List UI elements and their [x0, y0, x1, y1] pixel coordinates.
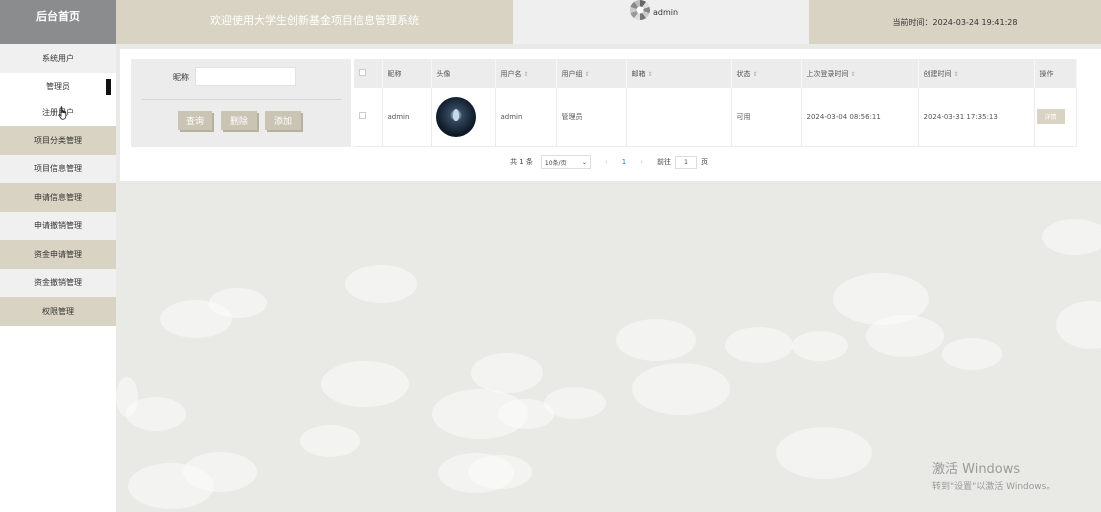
sidebar-item-permissions[interactable]: 权限管理 [0, 297, 116, 326]
sort-icon[interactable]: ⇕ [753, 71, 758, 78]
col-nickname: 昵称 [382, 59, 432, 88]
goto-page-input[interactable]: 1 [675, 155, 697, 169]
sidebar-item-label: 权限管理 [42, 306, 74, 316]
active-marker [106, 79, 111, 95]
col-created[interactable]: 创建时间 ⇕ [918, 59, 1035, 88]
cell-status: 可用 [731, 88, 802, 147]
cell-last-login: 2024-03-04 08:56:11 [801, 88, 919, 147]
cell-avatar [431, 88, 496, 147]
page-size-value: 10条/页 [544, 159, 567, 167]
search-form: 昵称 查询 删除 添加 [131, 59, 351, 147]
sidebar-item-label: 申请撤销管理 [34, 221, 82, 231]
col-group[interactable]: 用户组 ⇕ [556, 59, 627, 88]
col-email[interactable]: 邮箱 ⇕ [626, 59, 732, 88]
detail-button[interactable]: 详情 [1036, 109, 1065, 125]
main-panel: 昵称 查询 删除 添加 昵称 头像 用户名⇕ 用户组⇕ 邮箱⇕ 状态⇕ [120, 49, 1101, 181]
col-avatar: 头像 [431, 59, 496, 88]
col-status[interactable]: 状态 ⇕ [731, 59, 802, 88]
cell-action: 详情 [1034, 88, 1077, 147]
total-count: 共 1 条 [510, 158, 533, 166]
sidebar-item-fund-revoke[interactable]: 资金撤销管理 [0, 268, 116, 297]
top-header: 后台首页 欢迎使用大学生创新基金项目信息管理系统 admin 当前时间： 2024… [0, 0, 1101, 44]
sidebar-item-label: 项目分类管理 [34, 135, 82, 145]
sidebar-item-label: 资金撤销管理 [34, 278, 82, 288]
sidebar-subitem-admin[interactable]: 管理员 [0, 73, 116, 100]
page-suffix: 页 [701, 158, 708, 166]
col-username[interactable]: 用户名 ⇕ [495, 59, 557, 88]
windows-activation-watermark: 激活 Windows 转到"设置"以激活 Windows。 [932, 458, 1055, 492]
col-action: 操作 [1034, 59, 1077, 88]
table-row: admin admin 管理员 可用 2024-03-04 08:56:11 2… [354, 88, 1077, 147]
sort-icon[interactable]: ⇕ [585, 71, 590, 78]
time-label: 当前时间： [892, 17, 933, 27]
goto-label: 前往 [657, 158, 671, 166]
avatar [435, 96, 476, 137]
cell-nickname: admin [382, 88, 432, 147]
cell-group: 管理员 [556, 88, 627, 147]
user-name[interactable]: admin [653, 8, 678, 17]
sidebar-item-project-info[interactable]: 项目信息管理 [0, 154, 116, 183]
chevron-down-icon: ⌄ [581, 158, 587, 166]
sidebar-subitem-label: 管理员 [46, 81, 70, 91]
home-link[interactable]: 后台首页 [0, 0, 116, 44]
hand-cursor-icon [58, 106, 67, 120]
sidebar-item-label: 系统用户 [42, 54, 74, 63]
nickname-input[interactable] [195, 67, 296, 86]
cell-username: admin [495, 88, 557, 147]
select-all-checkbox[interactable] [354, 59, 383, 88]
user-area[interactable]: admin [513, 0, 809, 44]
welcome-banner: 欢迎使用大学生创新基金项目信息管理系统 [116, 0, 513, 44]
current-time: 当前时间： 2024-03-24 19:41:28 [809, 0, 1101, 44]
prev-page-icon[interactable]: ‹ [605, 158, 608, 166]
sort-icon[interactable]: ⇕ [954, 71, 959, 78]
user-table: 昵称 头像 用户名 ⇕ 用户组 ⇕ 邮箱 ⇕ 状态 ⇕ 上次登录时间 ⇕ 创建时间 ⇕ 操作… [354, 59, 1077, 147]
row-checkbox[interactable] [354, 88, 383, 147]
sidebar-item-label: 资金申请管理 [34, 249, 82, 259]
page-size-select[interactable]: 10条/页 ⌄ [540, 155, 591, 169]
sort-icon[interactable]: ⇕ [851, 71, 856, 78]
cell-email [626, 88, 732, 147]
page-number-current[interactable]: 1 [622, 158, 626, 166]
sidebar-item-label: 申请信息管理 [34, 192, 82, 202]
sidebar-item-application-info[interactable]: 申请信息管理 [0, 183, 116, 212]
sort-icon[interactable]: ⇕ [648, 71, 653, 78]
activate-subtitle: 转到"设置"以激活 Windows。 [932, 482, 1056, 492]
query-button[interactable]: 查询 [178, 111, 212, 130]
table-header-row: 昵称 头像 用户名 ⇕ 用户组 ⇕ 邮箱 ⇕ 状态 ⇕ 上次登录时间 ⇕ 创建时间 ⇕ 操作 [354, 59, 1077, 88]
sidebar-item-application-revoke[interactable]: 申请撤销管理 [0, 211, 116, 240]
add-button[interactable]: 添加 [265, 111, 301, 130]
divider [142, 99, 342, 100]
sidebar-item-system-users[interactable]: 系统用户 [0, 44, 116, 73]
col-last-login[interactable]: 上次登录时间 ⇕ [801, 59, 919, 88]
nickname-label: 昵称 [173, 73, 189, 82]
delete-button[interactable]: 删除 [221, 111, 257, 130]
sort-icon[interactable]: ⇕ [524, 71, 529, 78]
sidebar-item-label: 项目信息管理 [34, 164, 82, 174]
welcome-text: 欢迎使用大学生创新基金项目信息管理系统 [210, 14, 419, 27]
pagination: 共 1 条 10条/页 ⌄ ‹ 1 › 前往 1 页 [510, 154, 708, 170]
time-value: 2024-03-24 19:41:28 [932, 17, 1018, 27]
sidebar-item-fund-application[interactable]: 资金申请管理 [0, 240, 116, 269]
cell-created: 2024-03-31 17:35:13 [918, 88, 1035, 147]
user-avatar-icon[interactable] [630, 0, 650, 20]
activate-title: 激活 Windows [932, 462, 1021, 477]
next-page-icon[interactable]: › [640, 158, 643, 166]
brand-title: 后台首页 [36, 10, 80, 23]
sidebar-item-project-category[interactable]: 项目分类管理 [0, 126, 116, 155]
